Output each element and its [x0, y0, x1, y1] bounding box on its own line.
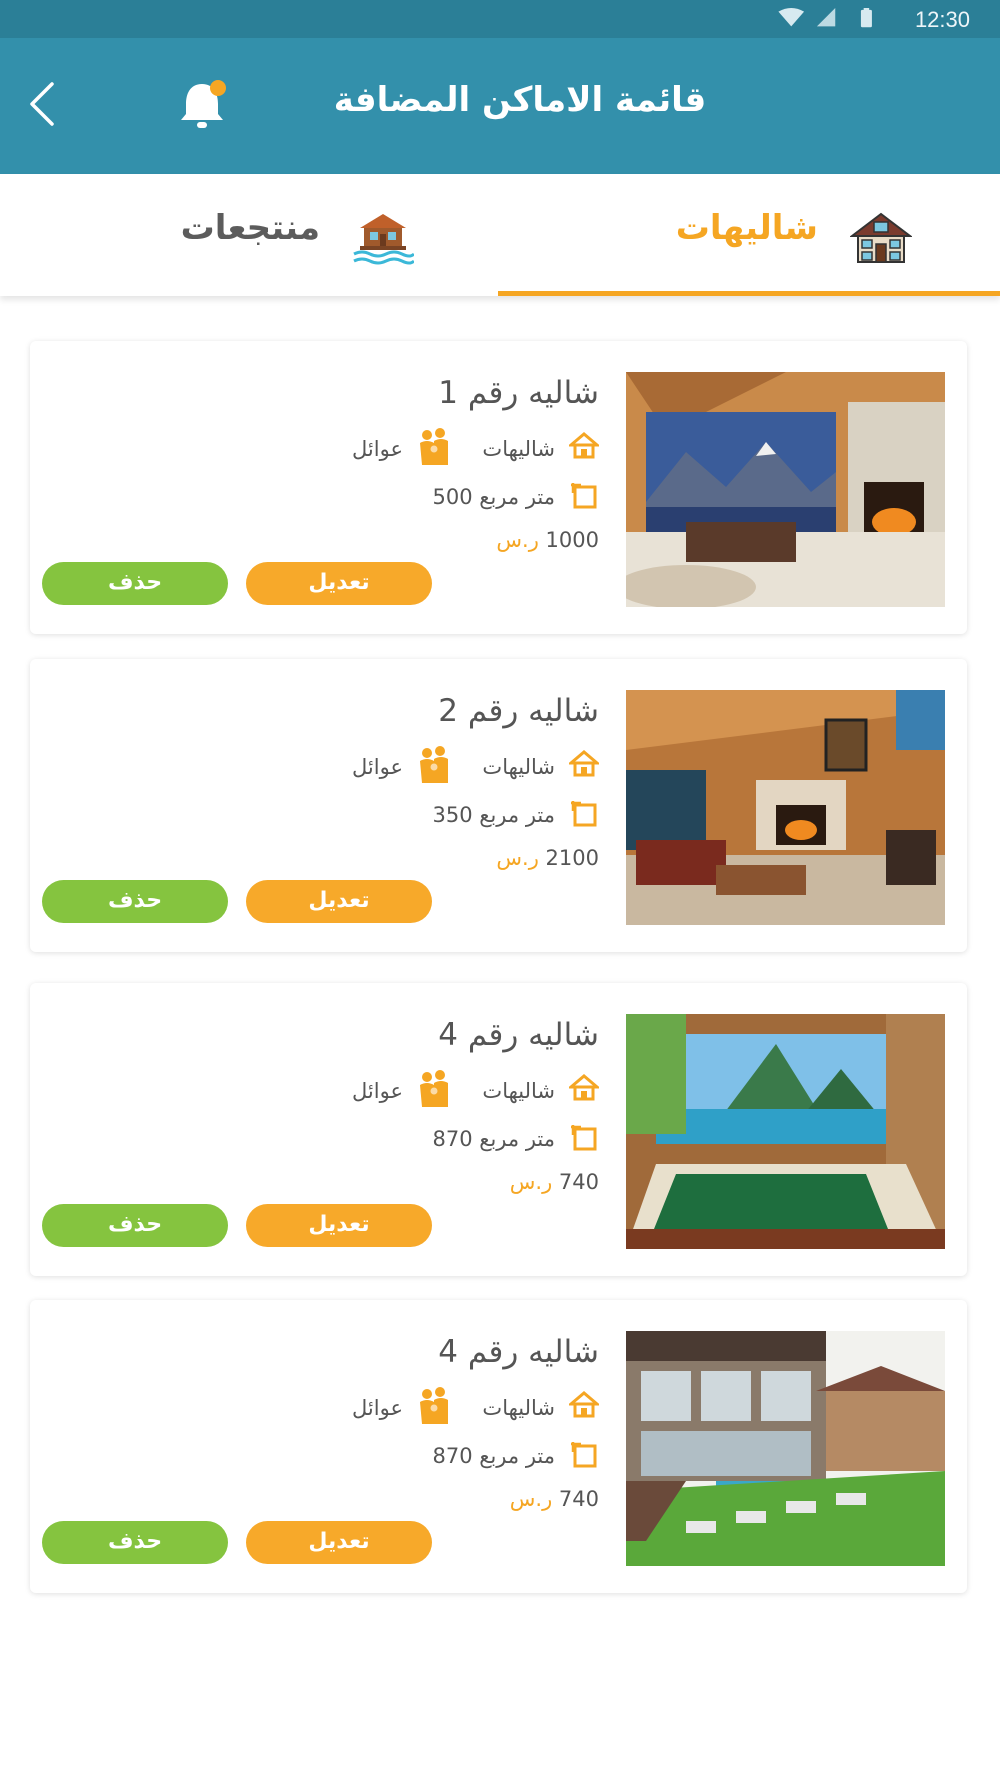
family-icon — [420, 746, 448, 783]
listing-area-value: 350 — [432, 803, 473, 827]
listing-type-row: شاليهات عوائل — [199, 746, 599, 785]
listing-price-row: 740 ر.س — [199, 1166, 599, 1202]
listing-area-row: متر مربع 870 — [199, 1121, 599, 1157]
listing-card: شاليه رقم 4 شاليهات عوائل متر مربع 870 7… — [30, 983, 967, 1276]
delete-button[interactable]: حذف — [42, 1521, 228, 1564]
listing-title: شاليه رقم 4 — [438, 1017, 599, 1053]
listing-area-row: متر مربع 350 — [199, 797, 599, 833]
listing-photo — [626, 1331, 945, 1566]
listing-area-unit: متر مربع — [479, 485, 555, 509]
listing-type-row: شاليهات عوائل — [199, 428, 599, 467]
edit-button[interactable]: تعديل — [246, 1204, 432, 1247]
tab-chalets[interactable]: شاليهات — [500, 174, 1000, 296]
app-bar: قائمة الاماكن المضافة — [0, 38, 1000, 174]
active-tab-indicator — [498, 291, 1000, 296]
chalet-house-icon — [850, 212, 912, 263]
listing-audience: عوائل — [352, 1079, 403, 1103]
delete-button[interactable]: حذف — [42, 1204, 228, 1247]
listing-area-row: متر مربع 870 — [199, 1438, 599, 1474]
listing-price: 740 — [558, 1487, 599, 1511]
area-icon — [571, 1125, 597, 1151]
listing-photo — [626, 372, 945, 607]
listing-title: شاليه رقم 1 — [438, 375, 599, 411]
listing-price-row: 740 ر.س — [199, 1483, 599, 1519]
status-bar: 12:30 — [0, 0, 1000, 38]
home-icon — [569, 750, 599, 777]
listing-card: شاليه رقم 4 شاليهات عوائل متر مربع 870 7… — [30, 1300, 967, 1593]
listing-audience: عوائل — [352, 437, 403, 461]
delete-button[interactable]: حذف — [42, 880, 228, 923]
wifi-icon — [778, 8, 805, 27]
listing-audience: عوائل — [352, 755, 403, 779]
listing-price-row: 1000 ر.س — [199, 524, 599, 560]
edit-button[interactable]: تعديل — [246, 1521, 432, 1564]
listing-area-value: 870 — [432, 1127, 473, 1151]
delete-button[interactable]: حذف — [42, 562, 228, 605]
family-icon — [420, 1387, 448, 1424]
resort-water-icon — [353, 214, 414, 265]
listing-price: 1000 — [545, 528, 599, 552]
listing-area-unit: متر مربع — [479, 1127, 555, 1151]
family-icon — [420, 1070, 448, 1107]
listing-type: شاليهات — [482, 1079, 555, 1103]
listing-price-row: 2100 ر.س — [199, 842, 599, 878]
listing-type-row: شاليهات عوائل — [199, 1387, 599, 1426]
listing-area-unit: متر مربع — [479, 803, 555, 827]
home-icon — [569, 1391, 599, 1418]
area-icon — [571, 801, 597, 827]
listing-type-row: شاليهات عوائل — [199, 1070, 599, 1109]
listing-audience: عوائل — [352, 1396, 403, 1420]
listing-area-value: 870 — [432, 1444, 473, 1468]
listing-type: شاليهات — [482, 1396, 555, 1420]
status-time: 12:30 — [914, 7, 970, 32]
listing-currency: ر.س — [496, 528, 539, 552]
area-icon — [571, 483, 597, 509]
listing-type: شاليهات — [482, 755, 555, 779]
listing-currency: ر.س — [509, 1170, 553, 1194]
tab-resorts-label: منتجعات — [180, 208, 320, 248]
listing-currency: ر.س — [509, 1487, 553, 1511]
home-icon — [569, 432, 599, 459]
status-icons — [778, 8, 872, 28]
signal-icon — [816, 8, 836, 27]
listing-price: 740 — [558, 1170, 599, 1194]
listing-card: شاليه رقم 2 شاليهات عوائل متر مربع 350 2… — [30, 659, 967, 952]
edit-button[interactable]: تعديل — [246, 562, 432, 605]
listing-price: 2100 — [545, 846, 599, 870]
category-tabs: منتجعات شاليهات — [0, 174, 1000, 296]
listing-area-value: 500 — [432, 485, 473, 509]
family-icon — [420, 428, 448, 465]
tab-chalets-label: شاليهات — [675, 208, 818, 248]
listing-title: شاليه رقم 4 — [438, 1334, 599, 1370]
listing-currency: ر.س — [496, 846, 539, 870]
listing-type: شاليهات — [482, 437, 555, 461]
listing-title: شاليه رقم 2 — [438, 693, 599, 729]
page-title: قائمة الاماكن المضافة — [333, 80, 707, 120]
home-icon — [569, 1074, 599, 1101]
area-icon — [571, 1442, 597, 1468]
listing-area-row: متر مربع 500 — [199, 479, 599, 515]
battery-icon — [860, 9, 872, 28]
edit-button[interactable]: تعديل — [246, 880, 432, 923]
listing-area-unit: متر مربع — [479, 1444, 555, 1468]
listing-card: شاليه رقم 1 شاليهات عوائل متر مربع 500 1… — [30, 341, 967, 634]
tab-resorts[interactable]: منتجعات — [0, 174, 500, 296]
listing-photo — [626, 690, 945, 925]
listing-photo — [626, 1014, 945, 1249]
